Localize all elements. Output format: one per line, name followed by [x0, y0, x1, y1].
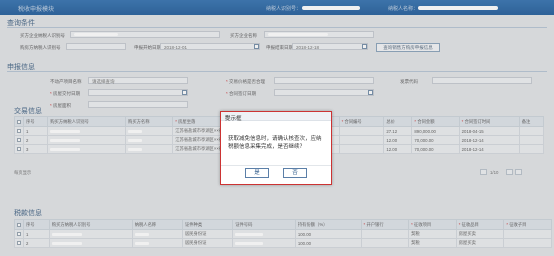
dialog-divider	[221, 165, 331, 166]
dialog-header: 提示框 ×	[221, 112, 331, 122]
close-icon[interactable]: ×	[225, 114, 328, 120]
confirm-dialog: 提示框 × 获取减免信息时，请确认核查次，应纳税额信息采集完成，是否继续？ 是 …	[220, 111, 332, 185]
no-button[interactable]: 否	[283, 168, 307, 178]
yes-button[interactable]: 是	[245, 168, 269, 178]
dialog-message: 获取减免信息时，请确认核查次，应纳税额信息采集完成，是否继续？	[228, 136, 322, 150]
